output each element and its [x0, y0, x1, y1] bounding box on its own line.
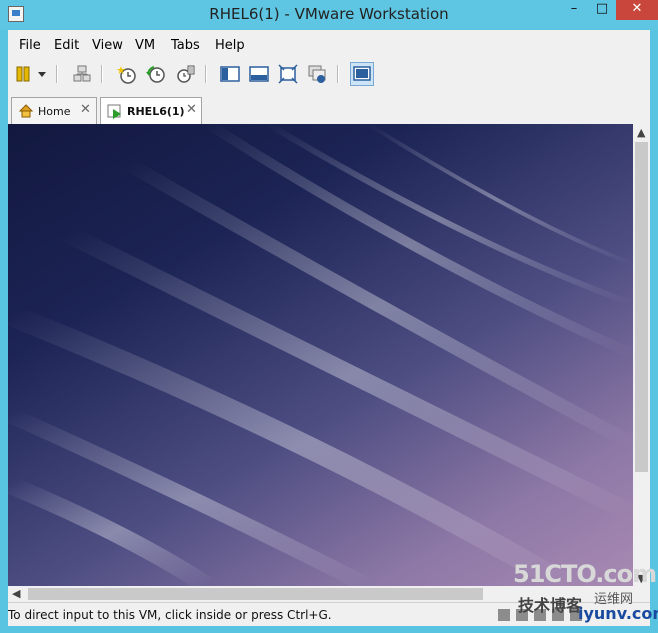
toolbar-separator	[101, 65, 103, 83]
hard-disk-icon[interactable]	[498, 609, 510, 621]
send-ctrl-alt-del-icon[interactable]	[71, 63, 93, 85]
scroll-left-icon[interactable]: ◀	[12, 587, 20, 600]
take-snapshot-icon[interactable]	[116, 63, 138, 85]
minimize-button[interactable]: –	[560, 0, 588, 20]
menu-bar: File Edit View VM Tabs Help	[8, 36, 650, 56]
menu-help[interactable]: Help	[215, 38, 245, 53]
tab-bar: Home ✕ RHEL6(1) ✕	[8, 94, 650, 125]
menu-tabs[interactable]: Tabs	[171, 38, 200, 53]
close-button[interactable]: ✕	[616, 0, 658, 20]
home-icon	[18, 103, 34, 123]
snapshot-manager-icon[interactable]	[174, 63, 196, 85]
client-area: File Edit View VM Tabs Help Home ✕ RHEL6…	[8, 30, 650, 626]
full-screen-icon[interactable]	[277, 63, 299, 85]
power-dropdown-icon[interactable]	[36, 63, 48, 85]
menu-view[interactable]: View	[92, 38, 123, 53]
tab-home-label: Home	[38, 105, 71, 118]
toolbar-separator	[56, 65, 58, 83]
watermark-blog: 技术博客	[518, 596, 583, 615]
tab-home-close-icon[interactable]: ✕	[80, 102, 91, 117]
tab-rhel6[interactable]: RHEL6(1) ✕	[100, 97, 202, 125]
vmware-window: RHEL6(1) - VMware Workstation – □ ✕ File…	[0, 0, 658, 633]
watermark-iyunv: iyunv.com	[578, 604, 658, 623]
toolbar-separator	[337, 65, 339, 83]
tab-home[interactable]: Home ✕	[11, 97, 97, 124]
show-thumbnail-bar-icon[interactable]	[248, 63, 270, 85]
tab-rhel6-close-icon[interactable]: ✕	[186, 102, 197, 117]
toolbar	[8, 60, 650, 88]
menu-file[interactable]: File	[19, 38, 41, 53]
vertical-scroll-thumb[interactable]	[635, 142, 648, 472]
maximize-button[interactable]: □	[588, 0, 616, 20]
vm-console-display[interactable]	[8, 124, 633, 586]
scroll-up-icon[interactable]: ▲	[637, 126, 645, 139]
vertical-scrollbar[interactable]: ▲ ▼	[633, 124, 650, 586]
power-pause-icon[interactable]	[14, 63, 36, 85]
tab-rhel6-label: RHEL6(1)	[127, 105, 185, 118]
console-view-icon[interactable]	[350, 62, 374, 86]
menu-vm[interactable]: VM	[135, 38, 155, 53]
show-library-icon[interactable]	[219, 63, 241, 85]
revert-snapshot-icon[interactable]	[145, 63, 167, 85]
title-bar: RHEL6(1) - VMware Workstation – □ ✕	[0, 0, 658, 30]
menu-edit[interactable]: Edit	[54, 38, 79, 53]
status-message: To direct input to this VM, click inside…	[8, 608, 332, 622]
horizontal-scroll-thumb[interactable]	[28, 588, 483, 600]
toolbar-separator	[205, 65, 207, 83]
unity-mode-icon[interactable]	[306, 63, 328, 85]
watermark-51cto: 51CTO.com	[513, 560, 657, 588]
vm-play-icon	[107, 104, 123, 124]
